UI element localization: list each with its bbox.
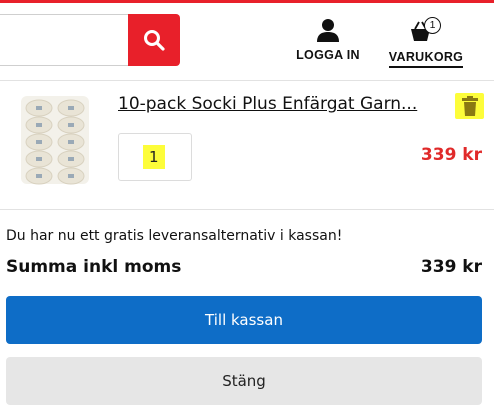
close-button[interactable]: Stäng [6,357,482,405]
total-label: Summa inkl moms [6,257,182,277]
login-label: LOGGA IN [296,48,360,62]
total-value: 339 kr [420,257,482,277]
free-delivery-notice: Du har nu ett gratis leveransalternativ … [6,228,343,244]
cart-link[interactable]: 1 VARUKORG [388,17,464,68]
cart-item: 10-pack Socki Plus Enfärgat Garn... 1 33… [0,82,494,210]
trash-icon [461,96,478,116]
cart-label: VARUKORG [388,50,464,68]
user-icon [317,19,339,42]
delete-item-button[interactable] [455,93,484,119]
search-input[interactable] [0,14,128,66]
product-thumbnail[interactable] [14,92,96,188]
product-title-link[interactable]: 10-pack Socki Plus Enfärgat Garn... [118,92,443,116]
checkout-button[interactable]: Till kassan [6,296,482,344]
cart-count-badge: 1 [424,17,441,34]
search-icon [144,30,165,51]
yarn-pack-image [21,96,89,185]
login-link[interactable]: LOGGA IN [293,18,363,62]
header: LOGGA IN 1 VARUKORG [0,3,494,81]
search-button[interactable] [128,14,180,66]
quantity-input[interactable]: 1 [118,133,192,181]
cart-icon-wrap: 1 [408,17,444,44]
item-price: 339 kr [420,145,482,165]
quantity-value: 1 [143,145,165,169]
